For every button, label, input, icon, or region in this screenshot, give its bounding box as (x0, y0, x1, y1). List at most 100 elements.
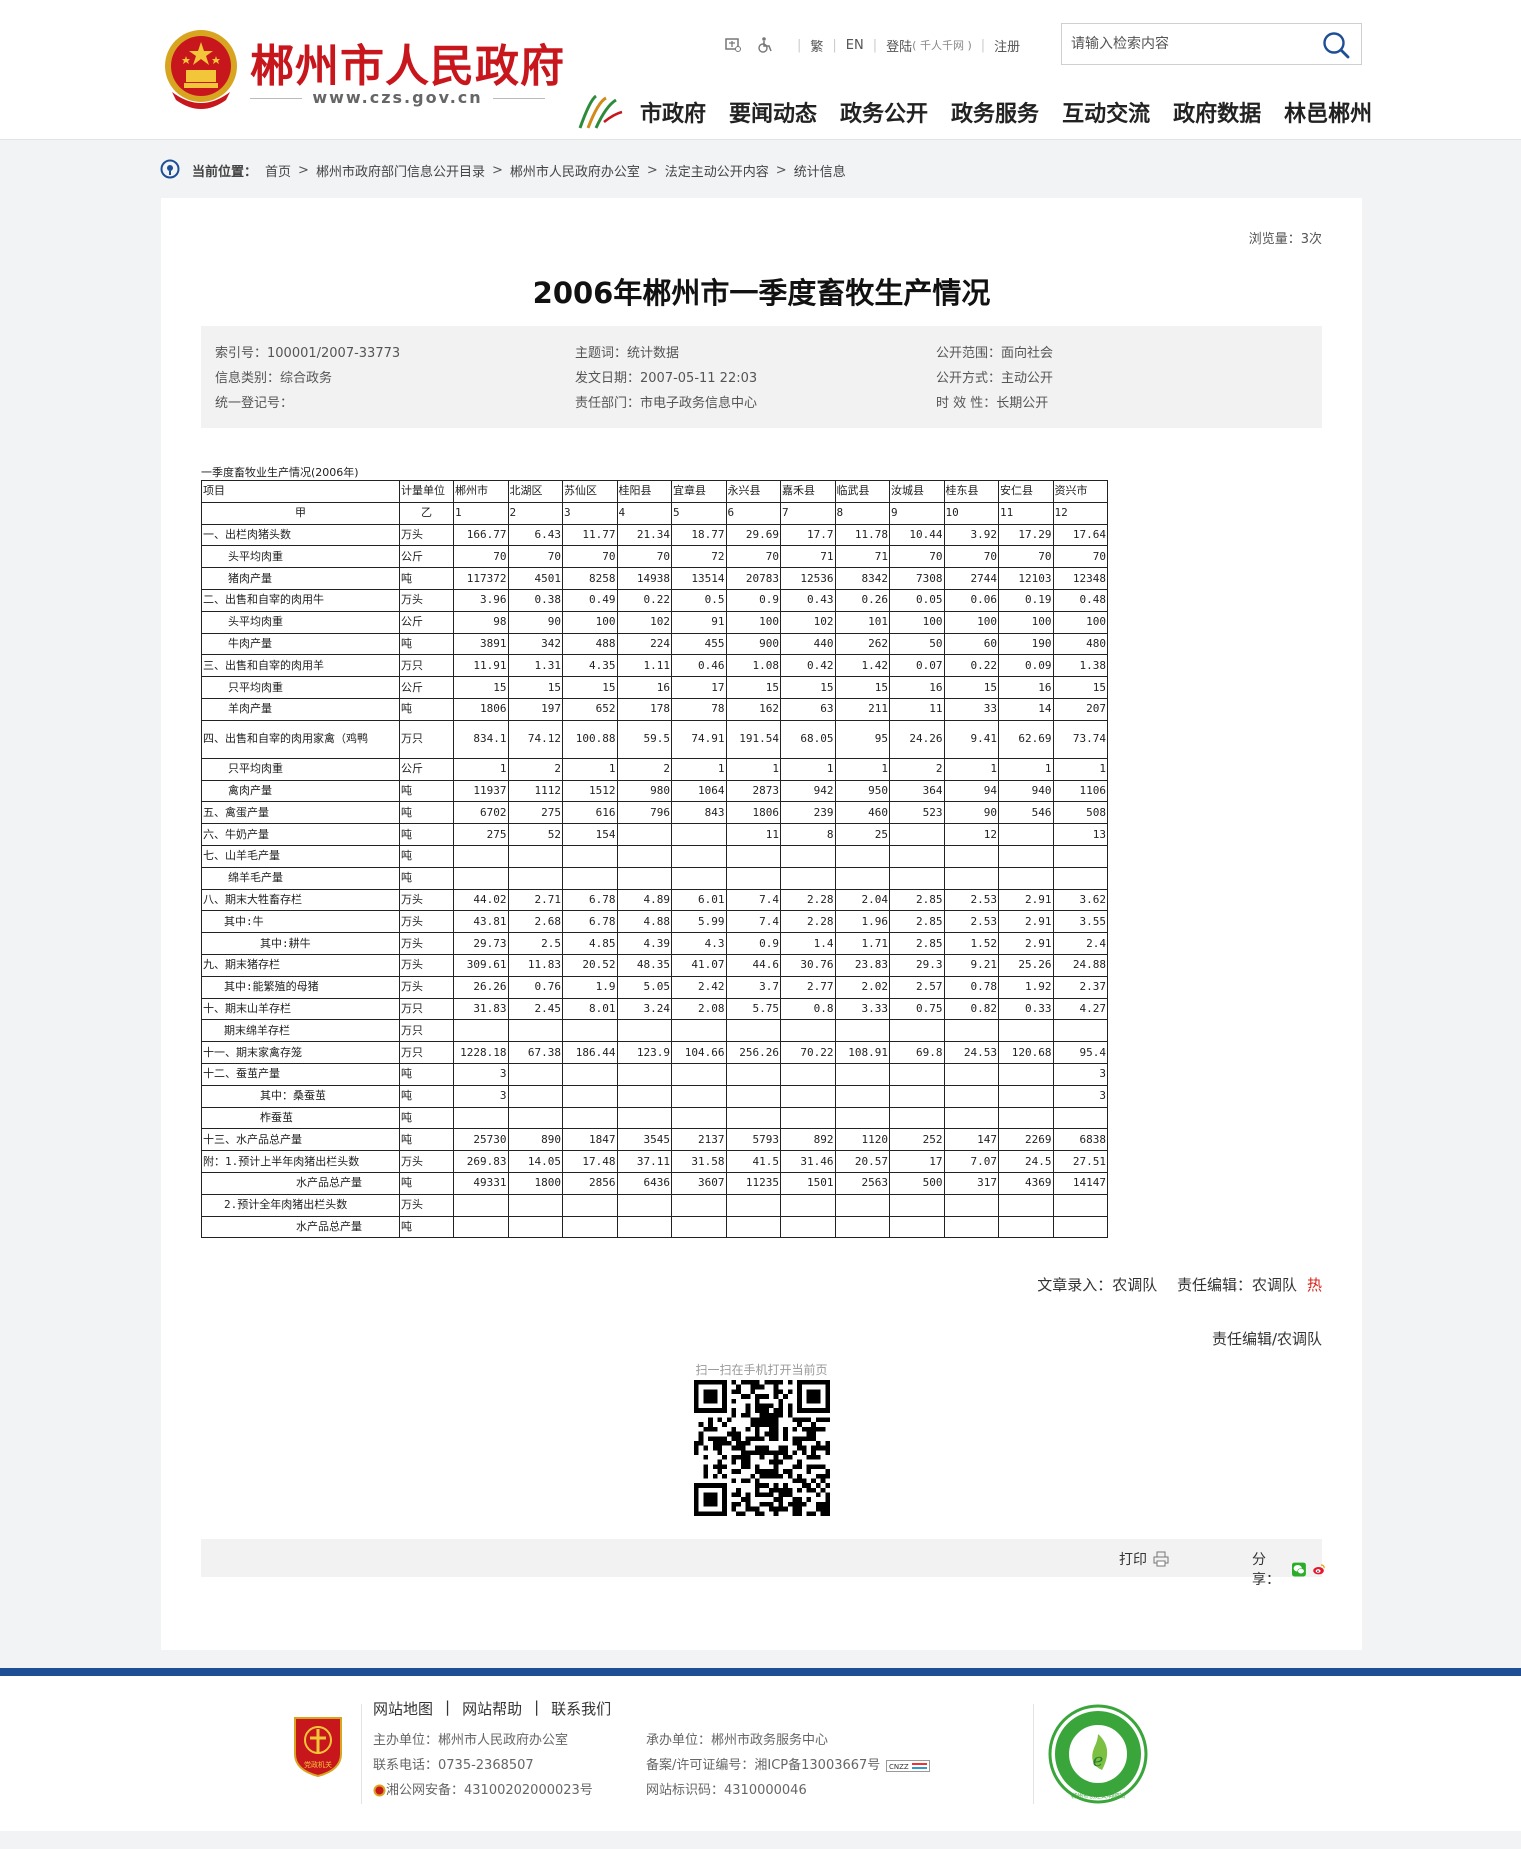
login-link[interactable]: 登陆 (886, 36, 912, 55)
footer-icp[interactable]: 备案/许可证编号：湘ICP备13003667号 (646, 1753, 880, 1778)
table-row: 只平均肉重 公斤 15 15 15 16 17 15 15 15 16 15 16 15 (201, 676, 1108, 699)
table-cell: 3.92 (943, 523, 999, 547)
national-emblem-icon[interactable] (162, 26, 240, 112)
search-icon[interactable] (1321, 30, 1351, 60)
weibo-icon[interactable] (1312, 1561, 1326, 1578)
table-cell: 2.53 (943, 888, 999, 912)
breadcrumb-office[interactable]: 郴州市人民政府办公室 (510, 161, 640, 180)
footer-police[interactable]: 湘公网安备：43100202000023号 (386, 1778, 593, 1803)
table-cell: 2 (616, 757, 672, 781)
footer-link-help[interactable]: 网站帮助 (462, 1698, 522, 1719)
nav-item-city-gov[interactable]: 市政府 (640, 96, 706, 128)
column-number: 10 (943, 501, 999, 525)
table-cell (562, 1019, 618, 1043)
footer-link-contact[interactable]: 联系我们 (551, 1698, 611, 1719)
column-header: 宜章县 (671, 480, 727, 503)
table-cell (725, 1019, 781, 1043)
table-row: 七、山羊毛产量吨 (201, 844, 1108, 868)
site-url-row: www.czs.gov.cn (250, 88, 545, 108)
table-cell: 70 (1052, 545, 1108, 569)
table-cell (1052, 866, 1108, 890)
site-title[interactable]: 郴州市人民政府 (250, 30, 565, 94)
table-cell (616, 1215, 672, 1239)
footer-link-sitemap[interactable]: 网站地图 (373, 1698, 433, 1719)
nav-item-gov-openness[interactable]: 政务公开 (840, 96, 928, 128)
table-cell: 12 (943, 823, 999, 846)
table-cell (889, 1019, 945, 1043)
table-cell (616, 866, 672, 890)
table-cell: 31.58 (671, 1150, 727, 1173)
row-unit: 万只 (399, 654, 454, 678)
row-label: 禽肉产量 (201, 779, 400, 803)
cnzz-icon[interactable]: CNZZ (886, 1759, 931, 1772)
qr-code-icon (694, 1380, 830, 1516)
table-cell: 6.78 (562, 910, 618, 934)
qr-label: 扫一扫在手机打开当前页 (695, 1363, 828, 1377)
table-cell: 104.66 (671, 1041, 727, 1064)
table-cell: 0.76 (507, 975, 563, 999)
meta-reg-no: 统一登记号： (215, 396, 294, 411)
wechat-icon[interactable] (1292, 1561, 1307, 1578)
table-cell: 24.5 (998, 1150, 1054, 1173)
row-unit: 吨 (399, 1171, 454, 1195)
table-cell: 3.33 (834, 997, 890, 1021)
print-button[interactable]: 打印 (1119, 1549, 1169, 1569)
breadcrumb-statistics[interactable]: 统计信息 (794, 161, 846, 180)
table-cell: 90 (943, 801, 999, 825)
column-header: 计量单位 (399, 480, 454, 503)
table-cell (943, 866, 999, 890)
table-cell: 2.91 (998, 910, 1054, 934)
table-row: 水产品总产量吨 (201, 1215, 1108, 1239)
table-cell (453, 1106, 509, 1130)
civilized-website-logo-icon[interactable]: e 郴州市创建文明网站 (1048, 1704, 1148, 1804)
breadcrumb-public-content[interactable]: 法定主动公开内容 (665, 161, 769, 180)
table-cell: 1.52 (943, 932, 999, 955)
table-cell (725, 844, 781, 868)
table-cell: 17 (671, 676, 727, 699)
table-cell (998, 1062, 1054, 1086)
editors-text: 文章录入：农调队 责任编辑：农调队 (1037, 1276, 1297, 1294)
breadcrumb-label: 当前位置： (192, 164, 258, 180)
article-container: 浏览量：3次 2006年郴州市一季度畜牧生产情况 索引号：100001/2007… (161, 198, 1362, 1650)
separator: | (797, 37, 802, 53)
table-cell: 275 (507, 801, 563, 825)
footer-site-code: 网站标识码：4310000046 (646, 1783, 807, 1798)
table-cell: 3 (1052, 1062, 1108, 1086)
table-cell (834, 1019, 890, 1043)
table-cell: 14 (998, 697, 1054, 721)
table-cell: 1847 (562, 1128, 618, 1152)
table-cell: 41.5 (725, 1150, 781, 1173)
nav-item-about-chenzhou[interactable]: 林邑郴州 (1284, 96, 1372, 128)
nav-item-gov-data[interactable]: 政府数据 (1173, 96, 1261, 128)
table-cell: 2563 (834, 1171, 890, 1195)
column-header: 资兴市 (1052, 480, 1108, 503)
traditional-chinese-link[interactable]: 繁 (810, 36, 823, 55)
table-cell (616, 1019, 672, 1043)
column-number: 3 (562, 501, 618, 525)
row-unit: 吨 (399, 801, 454, 825)
table-cell: 2.5 (507, 932, 563, 955)
table-cell (1052, 844, 1108, 868)
nav-item-gov-services[interactable]: 政务服务 (951, 96, 1039, 128)
row-label: 其中:能繁殖的母猪 (201, 975, 400, 999)
table-cell (998, 866, 1054, 890)
accessibility-mode-icon[interactable] (724, 36, 742, 54)
table-row: 十三、水产品总产量吨 25730 890 1847 3545 2137 5793 892 112… (201, 1128, 1108, 1152)
table-row: 附：1.预计上半年肉猪出栏头数 万头 269.83 14.05 17.48 37.11 31… (201, 1150, 1108, 1173)
city-logo-icon (578, 94, 623, 129)
table-cell: 102 (780, 610, 836, 634)
nav-item-interaction[interactable]: 互动交流 (1062, 96, 1150, 128)
breadcrumb-catalog[interactable]: 郴州市政府部门信息公开目录 (316, 161, 485, 180)
table-row: 其中：桑蚕茧吨 3 3 (201, 1084, 1108, 1108)
register-link[interactable]: 注册 (994, 36, 1020, 55)
party-gov-badge-icon[interactable]: 党政机关 (291, 1714, 345, 1778)
search-input[interactable] (1071, 33, 1311, 55)
nav-item-news[interactable]: 要闻动态 (729, 96, 817, 128)
table-cell: 11.77 (562, 523, 618, 547)
english-link[interactable]: EN (846, 38, 864, 53)
main-nav: 市政府 要闻动态 政务公开 政务服务 互动交流 政府数据 林邑郴州 (640, 96, 1372, 128)
breadcrumb-home[interactable]: 首页 (265, 161, 291, 180)
table-cell: 6.43 (507, 523, 563, 547)
table-cell (453, 844, 509, 868)
wheelchair-icon[interactable] (756, 36, 774, 54)
